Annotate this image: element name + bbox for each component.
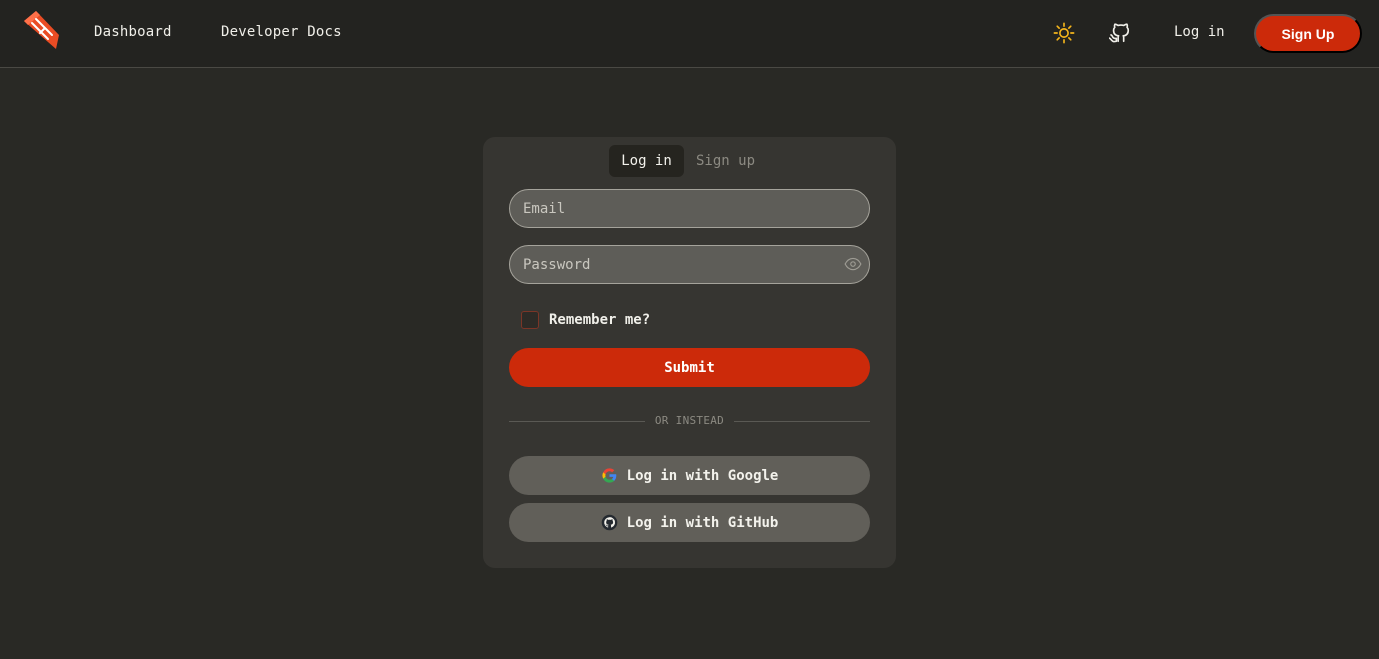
password-input[interactable] (509, 245, 870, 284)
submit-button[interactable]: Submit (509, 348, 870, 387)
divider-line-left (509, 421, 645, 422)
top-navigation: Dashboard Developer Docs Log in Sign Up (0, 0, 1379, 68)
email-input[interactable] (509, 189, 870, 228)
eye-icon[interactable] (844, 256, 862, 272)
remember-checkbox[interactable] (521, 311, 539, 329)
google-login-button[interactable]: Log in with Google (509, 456, 870, 495)
tab-signup[interactable]: Sign up (686, 145, 765, 177)
github-icon (601, 514, 617, 531)
nav-developer-docs-link[interactable]: Developer Docs (221, 24, 342, 40)
remember-me: Remember me? (521, 311, 650, 329)
logo-icon[interactable] (20, 9, 60, 51)
sun-icon[interactable] (1053, 22, 1075, 44)
google-login-label: Log in with Google (626, 467, 779, 484)
auth-tabs: Log in Sign up (609, 145, 765, 177)
remember-label: Remember me? (549, 312, 651, 328)
github-icon[interactable] (1109, 22, 1131, 44)
top-login-link[interactable]: Log in (1174, 24, 1225, 40)
github-login-label: Log in with GitHub (626, 514, 779, 531)
top-signup-button[interactable]: Sign Up (1254, 14, 1362, 53)
login-card: Log in Sign up Remember me? Submit OR IN… (483, 137, 896, 568)
google-icon (602, 468, 616, 483)
nav-dashboard-link[interactable]: Dashboard (94, 24, 172, 40)
tab-login[interactable]: Log in (609, 145, 685, 177)
github-login-button[interactable]: Log in with GitHub (509, 503, 870, 542)
divider-text: OR INSTEAD (654, 414, 725, 427)
divider-line-right (734, 421, 870, 422)
